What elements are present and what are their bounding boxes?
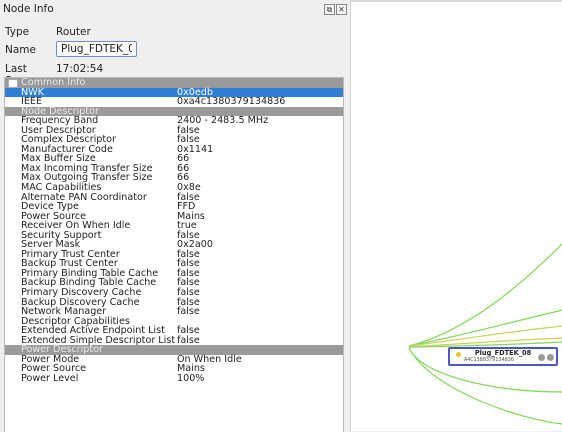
table-row[interactable]: NWK 0x0edb [5,87,343,98]
node-details-table[interactable]: Common Info NWK 0x0edb IEEE 0xa4c13803791348… [4,77,344,432]
graph-edges [408,243,562,425]
name-label: Name [5,44,36,56]
node-cluster-icon [538,354,545,361]
node-cluster-icon [547,354,554,361]
name-input[interactable] [56,41,137,57]
row-value: 0xa4c1380379134836 [177,96,286,108]
type-value: Router [56,26,91,38]
row-value: false [177,306,200,318]
type-label: Type [5,26,30,38]
last-seen-value: 17:02:54 [56,63,104,75]
float-icon[interactable]: ⧉ [324,4,335,15]
close-icon[interactable]: ✕ [336,4,347,15]
row-value: 100% [177,372,205,384]
table-row[interactable]: Power Level 100% [5,374,343,384]
edge-link [408,243,562,347]
panel-titlebar: Node Info ⧉ ✕ [0,0,350,18]
graph-node-plug[interactable]: Plug_FDTEK_08 A4C1380379134836 [448,347,558,366]
node-info-panel: Node Info ⧉ ✕ Type Router Name Last Seen… [0,0,350,432]
row-key: Power Level [21,372,79,384]
panel-title: Node Info [3,3,54,15]
row-value: false [177,334,200,346]
network-graph-view[interactable]: Plug_FDTEK_08 A4C1380379134836 [350,0,562,431]
edge-link [408,309,562,347]
graph-node-ieee: A4C1380379134836 [464,357,514,363]
section-header-common-info[interactable]: Common Info [5,78,343,88]
